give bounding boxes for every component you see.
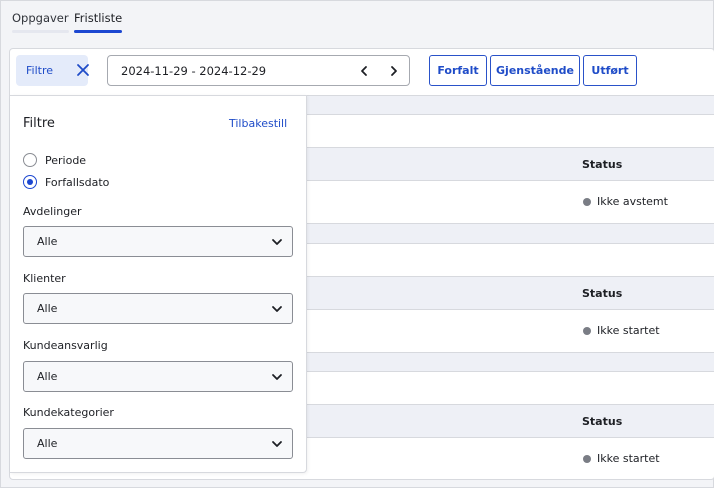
radio-forfallsdato[interactable]: Forfallsdato (23, 175, 109, 189)
completed-button[interactable]: Utført (583, 55, 637, 86)
select-value: Alle (37, 302, 58, 315)
status-dot (583, 197, 591, 206)
reset-filters-link[interactable]: Tilbakestill (229, 117, 287, 130)
status-cell: Ikke startet (583, 324, 660, 337)
tab-underline (12, 30, 69, 33)
status-dot (583, 454, 591, 463)
status-column-header: Status (582, 158, 623, 171)
chevron-left-icon[interactable] (358, 65, 370, 77)
date-range-picker[interactable]: 2024-11-29 - 2024-12-29 (107, 55, 410, 86)
avdelinger-select[interactable]: Alle (23, 226, 293, 257)
chevron-right-icon[interactable] (388, 65, 400, 77)
tab-oppgaver[interactable]: Oppgaver (12, 11, 69, 33)
select-value: Alle (37, 235, 58, 248)
tab-label: Fristliste (74, 11, 123, 25)
radio-unchecked-icon[interactable] (23, 153, 37, 167)
status-cell: Ikke avstemt (583, 195, 668, 208)
date-range-text: 2024-11-29 - 2024-12-29 (121, 64, 267, 78)
filter-toggle-label: Filtre (26, 64, 54, 77)
overdue-button[interactable]: Forfalt (429, 55, 487, 86)
radio-label: Forfallsdato (45, 175, 110, 189)
status-text: Ikke startet (597, 452, 660, 465)
status-dot (583, 326, 591, 335)
app-frame: Oppgaver Fristliste Filtre 2024-11-29 - … (0, 0, 714, 488)
tab-bar: Oppgaver Fristliste (1, 1, 713, 41)
radio-checked-icon[interactable] (23, 175, 37, 189)
radio-periode[interactable]: Periode (23, 153, 86, 167)
field-label-avdelinger: Avdelinger (23, 205, 82, 218)
select-value: Alle (37, 370, 58, 383)
field-label-klienter: Klienter (23, 272, 66, 285)
tab-fristliste[interactable]: Fristliste (74, 11, 123, 33)
status-cell: Ikke startet (583, 452, 660, 465)
radio-label: Periode (45, 153, 87, 167)
select-value: Alle (37, 437, 58, 450)
filter-panel-title: Filtre (23, 116, 55, 131)
chevron-down-icon (272, 239, 282, 245)
field-label-kundekategorier: Kundekategorier (23, 406, 114, 419)
status-column-header: Status (582, 415, 623, 428)
status-column-header: Status (582, 287, 623, 300)
remaining-button[interactable]: Gjenstående (490, 55, 580, 86)
kundekategorier-select[interactable]: Alle (23, 428, 293, 459)
kundeansvarlig-select[interactable]: Alle (23, 361, 293, 392)
filter-toggle-button[interactable]: Filtre (16, 55, 90, 86)
chevron-down-icon (272, 441, 282, 447)
tab-label: Oppgaver (12, 11, 69, 25)
klienter-select[interactable]: Alle (23, 293, 293, 324)
status-text: Ikke startet (597, 324, 660, 337)
tab-active-underline (74, 30, 123, 33)
chevron-down-icon (272, 374, 282, 380)
field-label-kundeansvarlig: Kundeansvarlig (23, 339, 108, 352)
close-icon[interactable] (76, 63, 90, 77)
chevron-down-icon (272, 306, 282, 312)
status-text: Ikke avstemt (597, 195, 668, 208)
